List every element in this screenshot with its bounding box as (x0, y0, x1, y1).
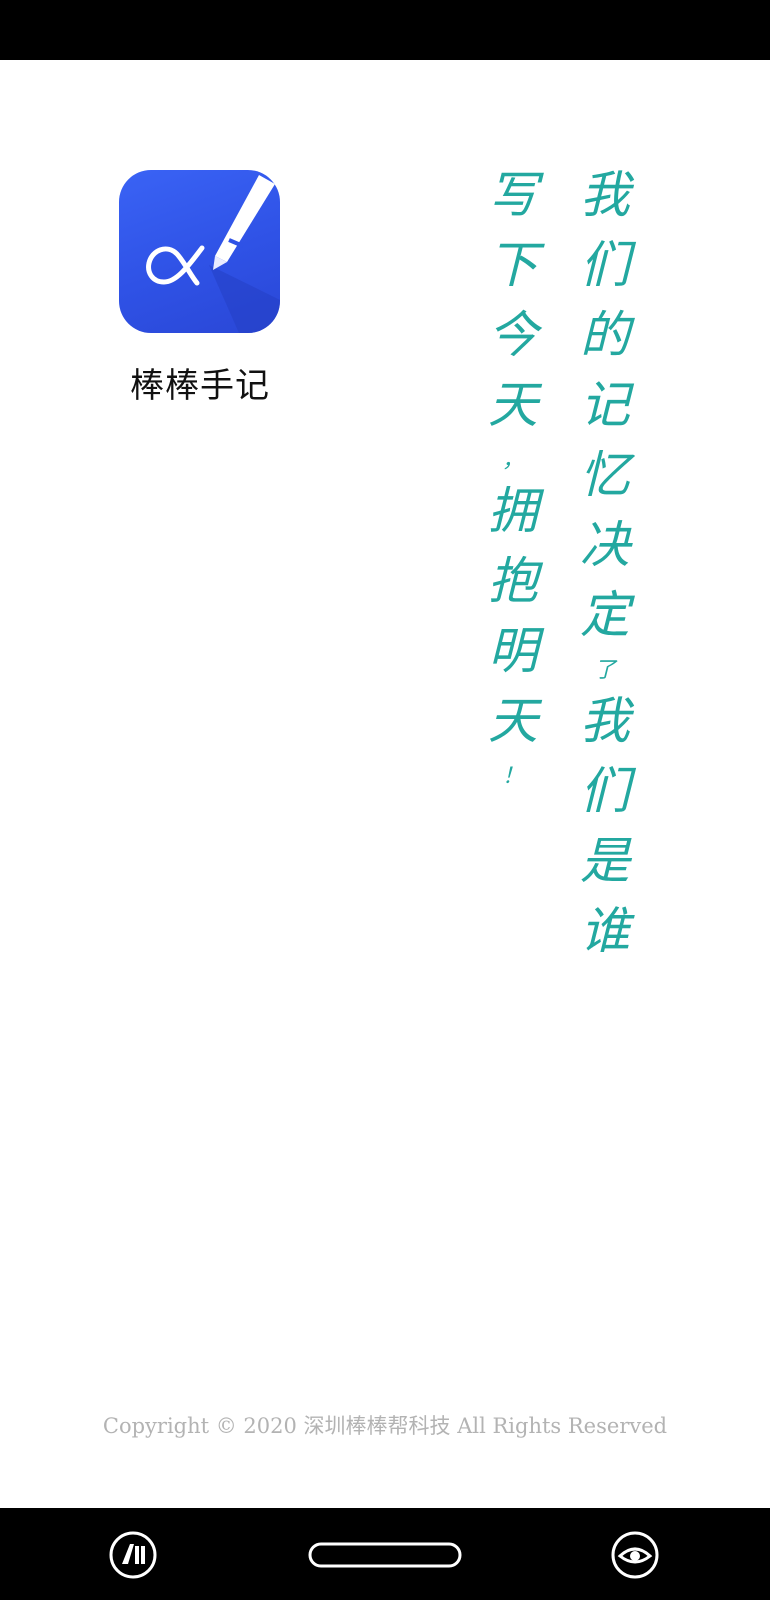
poem-char: 抱 (488, 552, 538, 610)
poem-char: 决 (580, 516, 630, 574)
poem-char: 是 (580, 832, 630, 890)
eye-icon[interactable] (610, 1530, 660, 1580)
poem-column-1: 我们的记忆决定了我们是谁 (580, 170, 630, 976)
poem-char: 下 (488, 236, 538, 294)
poem-char: 拥 (488, 482, 538, 540)
ai-assistant-icon[interactable] (108, 1530, 158, 1580)
app-name: 棒棒手记 (130, 366, 270, 406)
poem-char: 今 (488, 306, 538, 364)
app-icon (119, 170, 280, 333)
poem-char: 记 (580, 376, 630, 434)
poem-char: 天 (488, 376, 538, 434)
poem-char: 天 (488, 692, 538, 750)
poem-char: 谁 (580, 902, 630, 960)
poem-char: 写 (488, 166, 538, 224)
poem-char: 明 (488, 622, 538, 680)
poem-char: 们 (580, 236, 630, 294)
poem-char: 定 (580, 586, 630, 644)
status-bar (0, 0, 770, 60)
poem-char: 的 (580, 306, 630, 364)
navigation-bar (0, 1508, 770, 1600)
copyright-text: Copyright © 2020 深圳棒棒帮科技 All Rights Rese… (102, 1414, 668, 1438)
poem-column-2: 写下今天，拥抱明天！ (488, 170, 538, 802)
poem-char: ！ (501, 764, 524, 789)
poem-char: 们 (580, 762, 630, 820)
home-pill-icon[interactable] (308, 1542, 462, 1568)
poem-char: 了 (593, 658, 616, 683)
poem-char: 我 (580, 692, 630, 750)
alpha-pen-icon (146, 175, 280, 333)
poem-char: ， (501, 448, 524, 473)
poem-char: 忆 (580, 446, 630, 504)
poem-char: 我 (580, 166, 630, 224)
